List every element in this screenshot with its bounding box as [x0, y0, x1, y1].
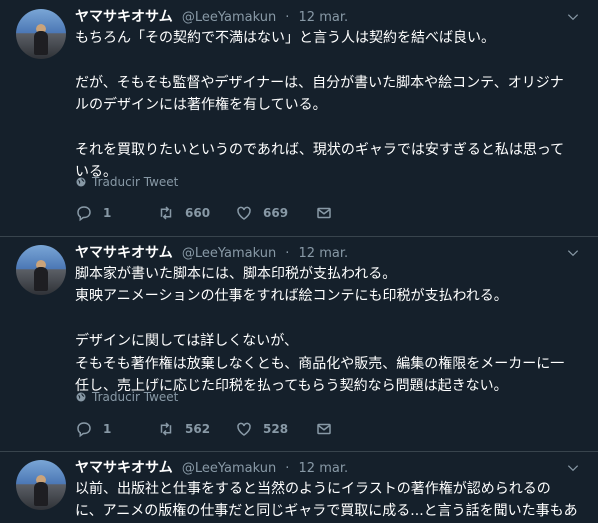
tweet-1[interactable]: ヤマサキオサム @LeeYamakun · 12 mar. もちろん「その契約で… — [0, 0, 598, 237]
envelope-icon — [317, 207, 331, 219]
tweet-text: 以前、出版社と仕事をすると当然のようにイラストの著作権が認められるの に、アニメ… — [75, 478, 580, 523]
tweet-text-line: ルのデザインには著作権を有している。 — [75, 97, 327, 114]
tweet-text-line: 以前、出版社と仕事をすると当然のようにイラストの著作権が認められるの — [75, 481, 551, 497]
translate-link[interactable]: Traducir Tweet — [75, 390, 178, 404]
like-button[interactable]: 669 — [235, 204, 288, 222]
tweet-2[interactable]: ヤマサキオサム @LeeYamakun · 12 mar. 脚本家が書いた脚本に… — [0, 236, 598, 452]
tweet-text-line: 脚本家が書いた脚本には、脚本印税が支払われる。 — [75, 266, 397, 282]
retweet-count: 660 — [185, 206, 211, 220]
retweet-icon — [160, 422, 172, 436]
tweet-3[interactable]: ヤマサキオサム @LeeYamakun · 12 mar. 以前、出版社と仕事を… — [0, 451, 598, 520]
translate-link[interactable]: Traducir Tweet — [75, 175, 178, 189]
avatar[interactable] — [16, 245, 66, 295]
envelope-icon — [317, 423, 331, 435]
globe-icon — [76, 177, 86, 187]
tweet-actions: 1 562 528 — [75, 420, 575, 444]
handle[interactable]: @LeeYamakun — [182, 246, 276, 261]
chevron-down-icon[interactable] — [566, 10, 580, 24]
retweet-count: 562 — [185, 422, 211, 436]
tweet-header: ヤマサキオサム @LeeYamakun · 12 mar. — [75, 6, 348, 26]
tweet-header: ヤマサキオサム @LeeYamakun · 12 mar. — [75, 457, 348, 477]
tweet-text-line — [75, 308, 580, 330]
avatar[interactable] — [16, 9, 66, 59]
handle[interactable]: @LeeYamakun — [182, 461, 276, 476]
direct-message-button[interactable] — [315, 204, 333, 222]
reply-button[interactable]: 1 — [75, 420, 111, 438]
translate-label[interactable]: Traducir Tweet — [92, 175, 178, 189]
separator: · — [285, 461, 290, 476]
tweet-text-line: そもそも著作権は放棄しなくとも、商品化や販売、編集の権限をメーカーに一 — [75, 355, 565, 372]
retweet-button[interactable]: 660 — [157, 204, 210, 222]
reply-icon — [77, 422, 91, 438]
reply-button[interactable]: 1 — [75, 204, 111, 222]
display-name[interactable]: ヤマサキオサム — [75, 9, 173, 25]
chevron-down-icon[interactable] — [566, 461, 580, 475]
display-name[interactable]: ヤマサキオサム — [75, 460, 173, 476]
tweet-text: もちろん「その契約で不満はない」と言う人は契約を結べば良い。 だが、そもそも監督… — [75, 27, 580, 184]
retweet-icon — [160, 206, 172, 220]
separator: · — [285, 246, 290, 261]
tweet-text-line: 東映アニメーションの仕事をすれば絵コンテにも印税が支払われる。 — [75, 288, 508, 305]
tweet-actions: 1 660 669 — [75, 204, 575, 228]
chevron-down-icon[interactable] — [566, 246, 580, 260]
separator: · — [285, 10, 290, 25]
timestamp[interactable]: 12 mar. — [299, 461, 349, 476]
direct-message-button[interactable] — [315, 420, 333, 438]
display-name[interactable]: ヤマサキオサム — [75, 245, 173, 261]
tweet-text-line — [75, 49, 580, 71]
like-count: 528 — [263, 422, 289, 436]
heart-icon — [237, 422, 251, 436]
timestamp[interactable]: 12 mar. — [299, 10, 349, 25]
globe-icon — [76, 392, 86, 402]
retweet-button[interactable]: 562 — [157, 420, 210, 438]
handle[interactable]: @LeeYamakun — [182, 10, 276, 25]
tweet-text-line: デザインに関しては詳しくないが、 — [75, 333, 299, 350]
reply-count: 1 — [103, 422, 112, 436]
tweet-text-line: もちろん「その契約で不満はない」と言う人は契約を結べば良い。 — [75, 30, 495, 46]
translate-label[interactable]: Traducir Tweet — [92, 390, 178, 404]
tweet-text-line: それを買取りたいというのであれば、現状のギャラでは安すぎると私は思って — [75, 142, 565, 159]
timestamp[interactable]: 12 mar. — [299, 246, 349, 261]
tweet-text-line: に、アニメの版権の仕事だと同じギャラで買取に成る...と言う話を聞いた事もあ — [75, 503, 578, 520]
like-count: 669 — [263, 206, 289, 220]
heart-icon — [237, 206, 251, 220]
tweet-text-line — [75, 117, 580, 139]
like-button[interactable]: 528 — [235, 420, 288, 438]
tweet-header: ヤマサキオサム @LeeYamakun · 12 mar. — [75, 242, 348, 262]
tweet-text-line: だが、そもそも監督やデザイナーは、自分が書いた脚本や絵コンテ、オリジナ — [75, 74, 564, 91]
tweet-text: 脚本家が書いた脚本には、脚本印税が支払われる。 東映アニメーションの仕事をすれば… — [75, 263, 580, 397]
reply-count: 1 — [103, 206, 112, 220]
avatar[interactable] — [16, 460, 66, 510]
reply-icon — [77, 206, 91, 222]
